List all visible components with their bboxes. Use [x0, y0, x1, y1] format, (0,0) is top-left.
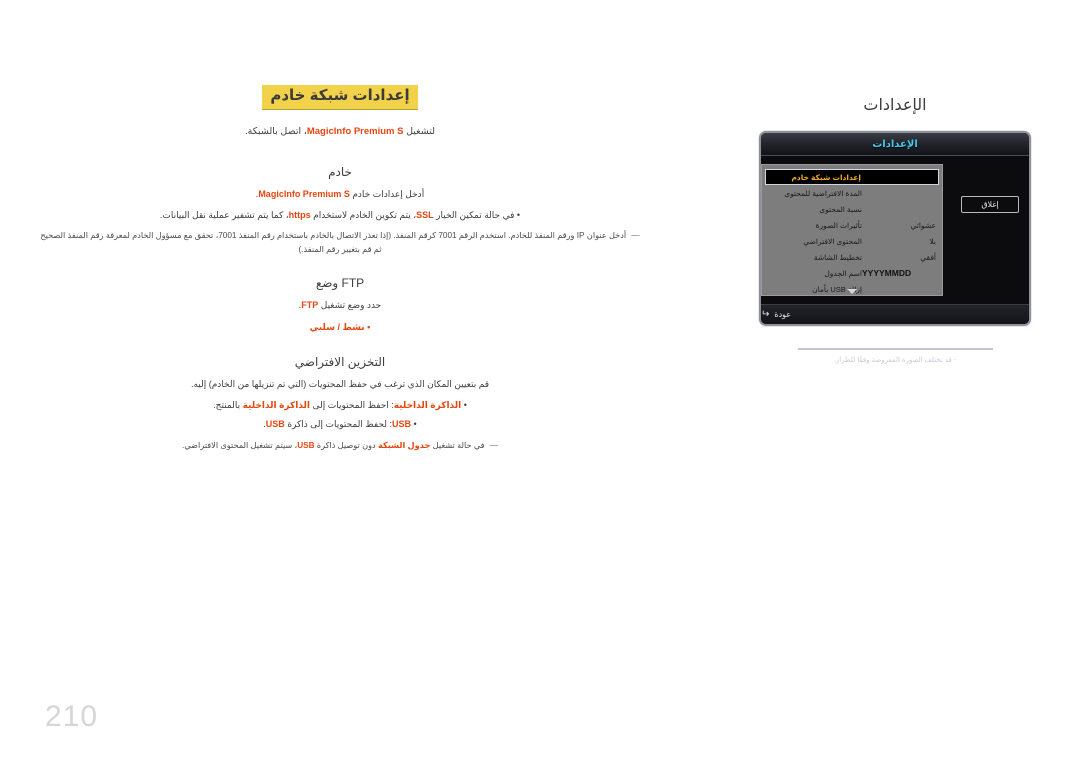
osd-item-picture-effects[interactable]: تأثيرات الصورة عشوائي [762, 217, 942, 233]
osd-close-label: إغلاق [981, 200, 999, 209]
bullet-usb: • USB: لحفظ المحتويات إلى ذاكرة USB. [263, 419, 417, 430]
section-title-wrapper: إعدادات شبكة خادم [30, 85, 650, 110]
return-arrow-icon: ↵ [761, 308, 770, 320]
osd-settings-panel: الإعدادات إعدادات شبكة خادم المدة الافتر… [759, 131, 1031, 326]
bullet-internal-memory: • الذاكرة الداخلية: احفظ المحتويات إلى ا… [213, 400, 467, 411]
osd-item-label: المحتوى الافتراضي [803, 236, 862, 246]
left-content-column: إعدادات شبكة خادم لتشغيل MagicInfo Premi… [30, 85, 650, 472]
caption-divider [797, 348, 993, 350]
note-dash-icon-2: — [489, 440, 499, 450]
subheading-server: خادم [328, 164, 352, 179]
note-network-schedule-text: في حالة تشغيل جدول الشبكة دون توصيل ذاكر… [181, 440, 485, 450]
osd-item-value: YYYYMMDD [862, 268, 912, 278]
osd-item-content-ratio[interactable]: نسبة المحتوى [762, 201, 942, 217]
osd-item-schedule-name[interactable]: اسم الجدول YYYYMMDD [762, 265, 942, 281]
content-block-server: خادم أدخل إعدادات خادم MagicInfo Premium… [30, 165, 650, 257]
osd-item-server-network-settings[interactable]: إعدادات شبكة خادم [765, 169, 939, 185]
osd-item-label: اسم الجدول [824, 268, 862, 278]
section-title: إعدادات شبكة خادم [262, 85, 418, 110]
osd-item-default-content-duration[interactable]: المدة الافتراضية للمحتوى [762, 185, 942, 201]
osd-item-label: تخطيط الشاشة [813, 252, 862, 262]
osd-item-label: تأثيرات الصورة [815, 220, 862, 230]
description-server: أدخل إعدادات خادم MagicInfo Premium S. [255, 188, 425, 199]
osd-footer: ↵ عودة [761, 304, 1029, 324]
osd-body: إعدادات شبكة خادم المدة الافتراضية للمحت… [761, 156, 1029, 304]
subheading-default-storage: التخزين الافتراضي [294, 354, 386, 369]
page-number: 210 [45, 700, 99, 733]
osd-header-title: الإعدادات [872, 138, 918, 150]
manual-page: إعدادات شبكة خادم لتشغيل MagicInfo Premi… [0, 0, 1080, 763]
description-default-storage: قم بتعيين المكان الذي ترغب في حفظ المحتو… [190, 378, 490, 389]
osd-item-value: بلا [929, 236, 936, 246]
section-lead-text: لتشغيل MagicInfo Premium S، اتصل بالشبكة… [245, 125, 435, 137]
osd-item-label: إعدادات شبكة خادم [791, 172, 861, 182]
osd-header: الإعدادات [761, 133, 1029, 156]
osd-return-label: عودة [774, 310, 792, 319]
osd-return-button[interactable]: ↵ عودة [761, 308, 792, 320]
illustration-title: الإعدادات [863, 97, 927, 114]
bullet-server-ssl: • في حالة تمكين الخيار SSL، يتم تكوين ال… [159, 210, 521, 221]
note-server-port: — أدخل عنوان IP ورقم المنفذ للخادم. استخ… [30, 229, 650, 256]
right-illustration-column: الإعدادات الإعدادات إعدادات شبكة خادم ال… [740, 95, 1050, 366]
note-network-schedule: — في حالة تشغيل جدول الشبكة دون توصيل ذا… [30, 439, 650, 453]
osd-item-label: المدة الافتراضية للمحتوى [784, 188, 862, 198]
osd-item-value: عشوائي [910, 220, 936, 230]
bullet-ftp-options: • نشط / سلبي [309, 321, 371, 332]
osd-side-panel: إغلاق [951, 156, 1029, 304]
osd-item-default-content[interactable]: المحتوى الافتراضي بلا [762, 233, 942, 249]
osd-item-screen-layout[interactable]: تخطيط الشاشة أفقي [762, 249, 942, 265]
note-server-port-text: أدخل عنوان IP ورقم المنفذ للخادم. استخدم… [40, 231, 627, 254]
note-dash-icon: — [631, 231, 640, 241]
osd-menu-list: إعدادات شبكة خادم المدة الافتراضية للمحت… [761, 164, 943, 296]
osd-item-value: أفقي [920, 252, 936, 262]
subheading-ftp-mode: وضع FTP [315, 276, 365, 291]
osd-item-label: نسبة المحتوى [819, 204, 862, 214]
content-block-ftp-mode: وضع FTP حدد وضع تشغيل FTP. • نشط / سلبي [30, 276, 650, 334]
scroll-down-arrow-icon[interactable] [847, 289, 857, 294]
osd-close-button[interactable]: إغلاق [961, 196, 1019, 213]
content-block-default-storage: التخزين الافتراضي قم بتعيين المكان الذي … [30, 355, 650, 452]
illustration-caption: ‎-‎ قد تختلف الصورة المعروضة وفقًا للطرا… [833, 357, 957, 364]
description-ftp-mode: حدد وضع تشغيل FTP. [298, 300, 382, 311]
